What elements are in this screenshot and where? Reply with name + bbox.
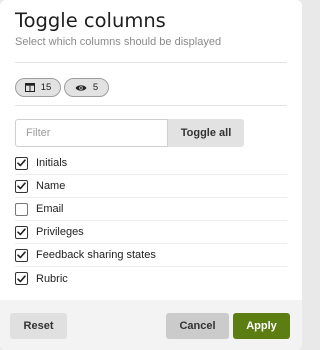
total-columns-chip: 15 (15, 78, 61, 97)
cancel-button[interactable]: Cancel (166, 313, 229, 339)
column-toggle-row[interactable]: Email (15, 198, 287, 221)
checkbox-checked[interactable] (15, 154, 28, 172)
column-toggle-row[interactable]: Initials (15, 152, 287, 175)
apply-button[interactable]: Apply (233, 313, 290, 339)
eye-icon (75, 84, 87, 92)
column-label: Feedback sharing states (36, 249, 156, 261)
filter-input[interactable] (15, 119, 168, 147)
visible-columns-chip: 5 (64, 78, 109, 97)
checkbox-checked[interactable] (15, 246, 28, 264)
divider (15, 62, 287, 63)
visible-columns-count: 5 (92, 82, 99, 93)
checkmark-icon (17, 154, 26, 172)
column-label: Email (36, 203, 64, 215)
dialog-subtitle: Select which columns should be displayed (15, 36, 222, 48)
columns-icon (24, 83, 35, 92)
checkmark-icon (17, 246, 26, 264)
checkbox-unchecked[interactable] (15, 202, 28, 216)
checkbox-checked[interactable] (15, 272, 28, 285)
dialog-title: Toggle columns (15, 9, 166, 32)
reset-button[interactable]: Reset (10, 313, 67, 339)
column-toggle-row[interactable]: Rubric (15, 267, 287, 290)
column-label: Rubric (36, 272, 68, 285)
checkmark-icon (17, 223, 26, 241)
toggle-columns-dialog: Toggle columns Select which columns shou… (0, 0, 302, 350)
column-label: Privileges (36, 226, 84, 238)
column-label: Name (36, 180, 66, 192)
dialog-footer: Reset Cancel Apply (0, 300, 302, 350)
total-columns-count: 15 (40, 82, 52, 93)
toggle-all-button[interactable]: Toggle all (168, 119, 244, 147)
divider (15, 105, 287, 106)
checkmark-icon (17, 270, 26, 288)
column-toggle-row[interactable]: Name (15, 175, 287, 198)
checkmark-icon (17, 177, 26, 195)
column-toggle-row[interactable]: Privileges (15, 221, 287, 244)
column-toggle-row[interactable]: Feedback sharing states (15, 244, 287, 267)
checkbox-checked[interactable] (15, 223, 28, 241)
checkbox-checked[interactable] (15, 177, 28, 195)
column-label: Initials (36, 157, 68, 169)
